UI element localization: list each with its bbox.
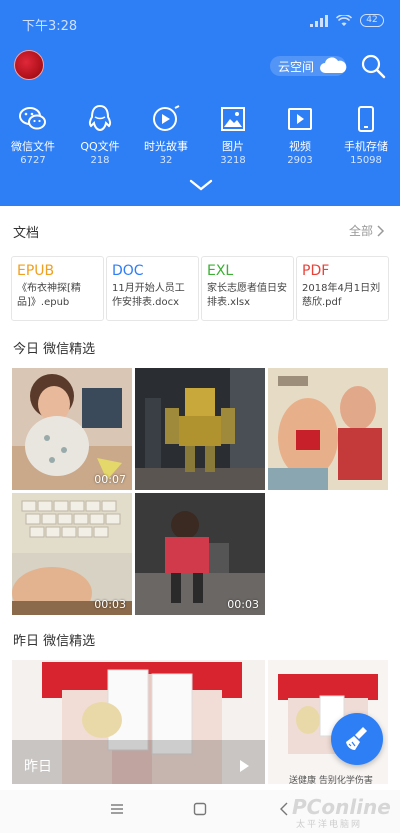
category-count: 15098 [350, 155, 382, 166]
document-card-epub[interactable]: EPUB 《布衣神探[精品]》.epub [11, 256, 104, 321]
view-all-label: 全部 [349, 224, 374, 238]
category-videos[interactable]: 视频 2903 [267, 104, 333, 166]
painting-image [268, 368, 388, 490]
media-thumb-painting[interactable] [268, 368, 388, 490]
child-photo-image [135, 493, 265, 615]
time-story-icon [153, 105, 180, 131]
category-time-story[interactable]: 时光故事 32 [133, 104, 199, 166]
doc-type-label: EPUB [17, 263, 55, 279]
category-images[interactable]: 图片 3218 [200, 104, 266, 166]
document-card-exl[interactable]: EXL 家长志愿者值日安排表.xlsx [201, 256, 294, 321]
category-row: 微信文件 6727 QQ文件 218 时光故事 32 图片 3218 视频 29… [0, 104, 400, 168]
status-time: 下午3:28 [22, 19, 78, 34]
watermark-brand: PConline [292, 795, 391, 819]
documents-title: 文档 [13, 226, 40, 241]
doc-type-label: PDF [302, 263, 330, 279]
category-label: 图片 [222, 140, 244, 153]
wifi-icon [336, 14, 352, 26]
category-count: 218 [90, 155, 110, 166]
status-bar: 下午3:28 42 [0, 0, 400, 44]
document-card-pdf[interactable]: PDF 2018年4月1日刘慈欣.pdf [296, 256, 389, 321]
signal-icon [310, 14, 328, 27]
back-icon[interactable] [279, 802, 289, 816]
cloud-space-label: 云空间 [278, 59, 315, 74]
menu-icon[interactable] [110, 802, 124, 816]
doc-type-label: DOC [112, 263, 144, 279]
robot-statue-image [135, 368, 265, 490]
search-icon[interactable] [360, 53, 386, 79]
category-wechat-files[interactable]: 微信文件 6727 [0, 104, 66, 166]
qq-icon [88, 104, 112, 132]
battery-indicator: 42 [360, 14, 384, 27]
doc-file-name: 2018年4月1日刘慈欣.pdf [302, 283, 381, 308]
category-count: 2903 [287, 155, 313, 166]
doc-file-name: 11月开始人员工作安排表.docx [112, 283, 185, 308]
yesterday-picks-title: 昨日 微信精选 [13, 634, 96, 649]
media-thumb-child-video[interactable]: 00:03 [135, 493, 265, 615]
doc-type-label: EXL [207, 263, 234, 279]
category-qq-files[interactable]: QQ文件 218 [67, 104, 133, 166]
category-label: QQ文件 [80, 140, 120, 153]
home-icon[interactable] [193, 802, 207, 816]
status-icons: 42 [310, 14, 384, 27]
category-phone-storage[interactable]: 手机存储 15098 [333, 104, 399, 166]
category-count: 6727 [20, 155, 46, 166]
document-card-doc[interactable]: DOC 11月开始人员工作安排表.docx [106, 256, 199, 321]
today-picks-title: 今日 微信精选 [13, 342, 96, 357]
video-duration: 00:03 [94, 598, 126, 611]
doc-file-name: 《布衣神探[精品]》.epub [17, 283, 81, 308]
media-thumb-keyboard-video[interactable]: 00:03 [12, 493, 132, 615]
doc-file-name: 家长志愿者值日安排表.xlsx [207, 283, 287, 308]
category-label: 时光故事 [144, 140, 188, 153]
category-count: 3218 [220, 155, 246, 166]
baby-photo-image [12, 368, 132, 490]
clean-up-button[interactable] [331, 713, 383, 765]
wechat-icon [19, 107, 46, 130]
promo-caption: 送健康 告别化学伤害 [289, 776, 373, 786]
video-duration: 00:03 [227, 598, 259, 611]
media-thumb-baby-video[interactable]: 00:07 [12, 368, 132, 490]
category-label: 视频 [289, 140, 311, 153]
phone-icon [358, 106, 374, 132]
keyboard-photo-image [12, 493, 132, 615]
category-label: 手机存储 [344, 140, 388, 153]
category-label: 微信文件 [11, 140, 55, 153]
chevron-right-icon [377, 224, 385, 237]
category-count: 32 [159, 155, 173, 166]
video-duration: 00:07 [94, 473, 126, 486]
yesterday-label: 昨日 [24, 759, 52, 775]
cloud-icon [320, 57, 347, 73]
cloud-space-button[interactable]: 云空间 [270, 56, 347, 76]
app-header: 下午3:28 42 云空间 微信文件 6727 QQ文件 218 时光故事 32… [0, 0, 400, 206]
media-thumb-robot-statue[interactable] [135, 368, 265, 490]
user-avatar[interactable] [14, 50, 44, 80]
play-icon[interactable] [240, 760, 249, 772]
video-icon [288, 108, 312, 130]
chevron-down-icon[interactable] [189, 178, 213, 192]
watermark-sub: 太平洋电脑网 [296, 820, 363, 830]
broom-icon [346, 727, 367, 750]
image-icon [221, 107, 245, 131]
documents-view-all[interactable]: 全部 [349, 222, 385, 239]
